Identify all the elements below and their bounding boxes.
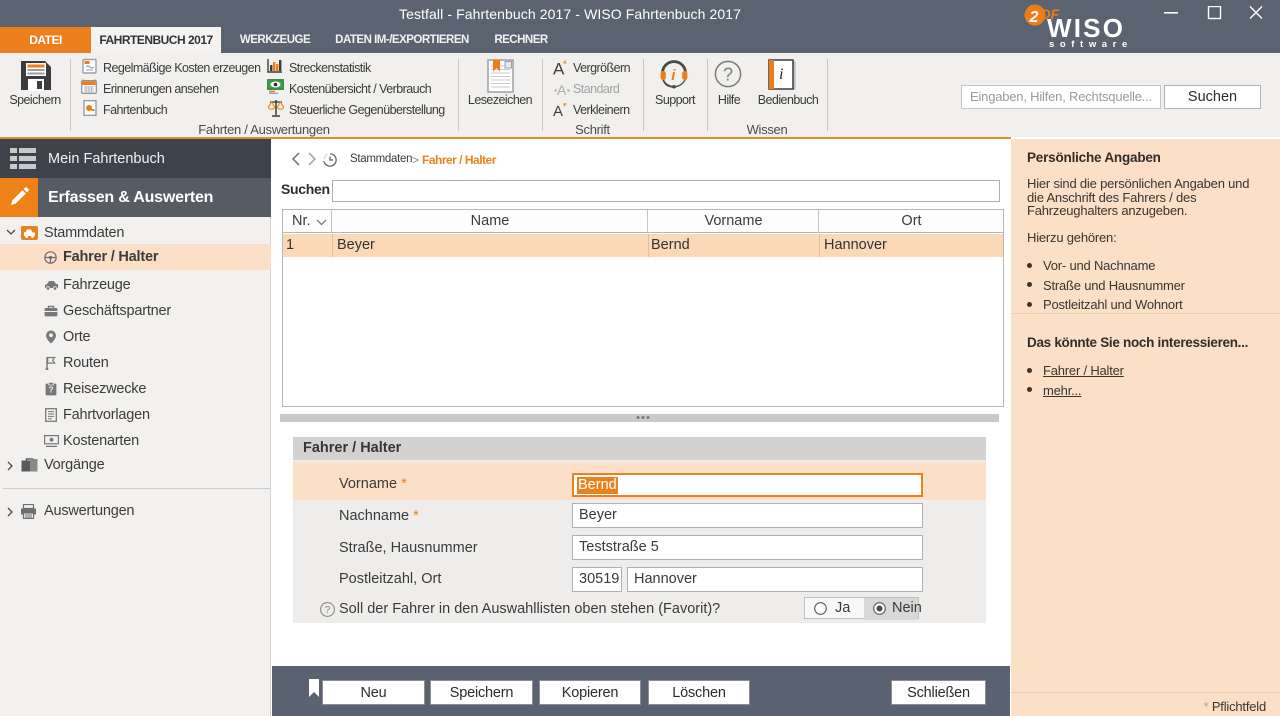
svg-text:?: ? xyxy=(723,65,733,85)
svg-text:A: A xyxy=(553,103,563,118)
svg-text:?: ? xyxy=(49,386,54,395)
svg-text:i: i xyxy=(671,67,676,84)
svg-text:A: A xyxy=(557,82,567,96)
svg-text:2: 2 xyxy=(1029,9,1039,26)
svg-text:software: software xyxy=(1049,39,1133,49)
svg-text:?: ? xyxy=(325,605,331,616)
svg-text:A: A xyxy=(553,60,565,77)
svg-text:i: i xyxy=(779,66,783,83)
